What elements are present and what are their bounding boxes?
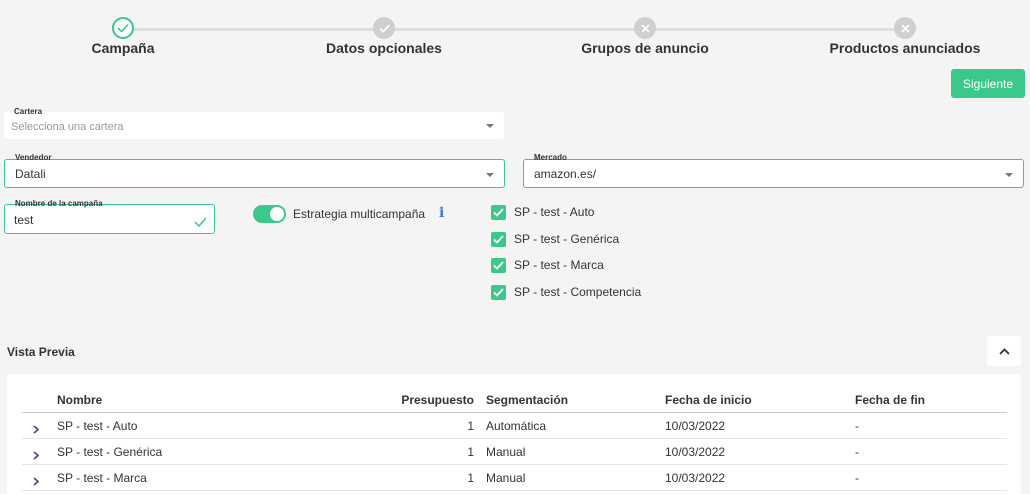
- cell-nombre: SP - test - Auto: [57, 419, 138, 433]
- cartera-select[interactable]: Cartera Selecciona una cartera: [4, 107, 504, 139]
- stepper: Campaña Datos opcionales Grupos de anunc…: [0, 0, 1030, 70]
- cell-segmentacion: Manual: [486, 471, 526, 485]
- step-grupos-anuncio[interactable]: Grupos de anuncio: [535, 17, 755, 56]
- cell-fecha-inicio: 10/03/2022: [665, 471, 726, 485]
- toggle-knob: [270, 207, 284, 221]
- cell-presupuesto: 1: [467, 471, 474, 485]
- checkbox-checked-icon[interactable]: [491, 284, 506, 300]
- chevron-down-icon: [1005, 173, 1013, 177]
- campaign-checkbox-marca[interactable]: SP - test - Marca: [491, 257, 604, 273]
- checkbox-checked-icon[interactable]: [491, 204, 506, 220]
- mercado-value: amazon.es/: [534, 167, 597, 181]
- cell-fecha-fin: -: [855, 419, 859, 433]
- chevron-right-icon[interactable]: [33, 473, 40, 491]
- campaign-checkbox-auto[interactable]: SP - test - Auto: [491, 204, 594, 220]
- chevron-right-icon[interactable]: [33, 421, 40, 439]
- campaign-name-value: test: [14, 213, 34, 227]
- info-icon[interactable]: i: [439, 205, 444, 221]
- chevron-right-icon[interactable]: [33, 447, 40, 465]
- cartera-placeholder: Selecciona una cartera: [11, 121, 124, 133]
- check-icon: [112, 17, 134, 39]
- checkbox-label: SP - test - Genérica: [514, 232, 620, 246]
- check-icon: [194, 214, 207, 232]
- chevron-up-icon: [998, 347, 1010, 355]
- vendedor-label: Vendedor: [15, 153, 52, 162]
- table-row[interactable]: SP - test - Auto 1 Automática 10/03/2022…: [22, 413, 1007, 439]
- step-datos-opcionales[interactable]: Datos opcionales: [274, 17, 494, 56]
- mercado-select[interactable]: Mercado amazon.es/: [523, 153, 1024, 188]
- cell-segmentacion: Automática: [486, 419, 547, 433]
- column-header-presupuesto: Presupuesto: [401, 393, 474, 407]
- collapse-preview-button[interactable]: [987, 336, 1021, 366]
- column-header-nombre: Nombre: [57, 393, 103, 407]
- cell-fecha-fin: -: [855, 445, 859, 459]
- checkbox-label: SP - test - Competencia: [514, 285, 642, 299]
- cell-fecha-fin: -: [855, 471, 859, 485]
- checkbox-checked-icon[interactable]: [491, 257, 506, 273]
- checkbox-label: SP - test - Marca: [514, 258, 604, 272]
- check-icon: [373, 17, 395, 39]
- stepper-track: [123, 28, 909, 31]
- next-button[interactable]: Siguiente: [951, 69, 1025, 98]
- step-label: Campaña: [91, 40, 155, 56]
- campaign-name-field[interactable]: Nombre de la campaña test: [4, 199, 215, 234]
- multicampaign-toggle[interactable]: [253, 205, 286, 223]
- column-header-fecha-inicio: Fecha de inicio: [665, 393, 752, 407]
- cartera-label: Cartera: [14, 107, 43, 116]
- cell-fecha-inicio: 10/03/2022: [665, 419, 726, 433]
- cell-presupuesto: 1: [467, 445, 474, 459]
- table-row[interactable]: SP - test - Marca 1 Manual 10/03/2022 -: [22, 465, 1007, 491]
- cell-fecha-inicio: 10/03/2022: [665, 445, 726, 459]
- column-header-fecha-fin: Fecha de fin: [855, 393, 926, 407]
- checkbox-checked-icon[interactable]: [491, 231, 506, 247]
- chevron-down-icon: [486, 124, 494, 128]
- close-icon: [634, 17, 656, 39]
- vendedor-value: Datali: [15, 167, 46, 181]
- mercado-label: Mercado: [534, 153, 567, 162]
- step-productos-anunciados[interactable]: Productos anunciados: [795, 17, 1015, 56]
- cell-nombre: SP - test - Marca: [57, 471, 147, 485]
- multicampaign-label: Estrategia multicampaña: [293, 207, 426, 221]
- close-icon: [894, 17, 916, 39]
- chevron-down-icon: [486, 173, 494, 177]
- checkbox-label: SP - test - Auto: [514, 205, 595, 219]
- step-label: Datos opcionales: [326, 40, 442, 56]
- table-row[interactable]: SP - test - Genérica 1 Manual 10/03/2022…: [22, 439, 1007, 465]
- vendedor-select[interactable]: Vendedor Datali: [4, 153, 505, 188]
- step-label: Productos anunciados: [829, 40, 981, 56]
- cell-nombre: SP - test - Genérica: [57, 445, 163, 459]
- preview-table: Nombre Presupuesto Segmentación Fecha de…: [7, 374, 1021, 494]
- step-campana[interactable]: Campaña: [13, 17, 233, 56]
- column-header-segmentacion: Segmentación: [486, 393, 569, 407]
- campaign-checkbox-generica[interactable]: SP - test - Genérica: [491, 231, 619, 247]
- preview-title: Vista Previa: [7, 345, 75, 359]
- campaign-name-label: Nombre de la campaña: [15, 199, 103, 208]
- step-label: Grupos de anuncio: [581, 40, 709, 56]
- cell-segmentacion: Manual: [486, 445, 526, 459]
- campaign-checkbox-competencia[interactable]: SP - test - Competencia: [491, 284, 641, 300]
- cell-presupuesto: 1: [467, 419, 474, 433]
